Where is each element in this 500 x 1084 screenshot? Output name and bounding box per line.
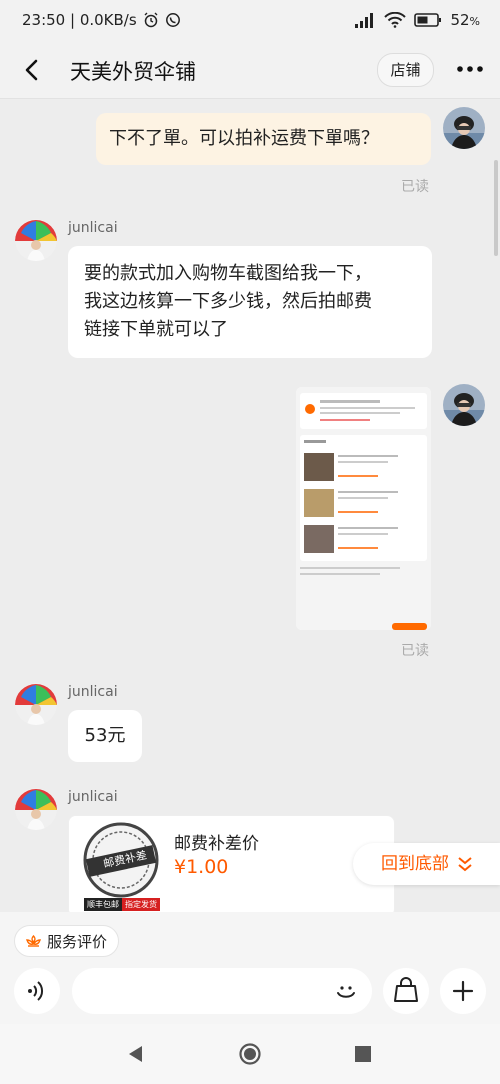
scroll-to-bottom-button[interactable]: 回到底部	[353, 843, 500, 885]
scrollbar[interactable]	[494, 160, 498, 256]
my-message-bubble[interactable]: 下不了單。可以拍补运费下單嗎？	[96, 113, 431, 165]
seller-avatar[interactable]	[15, 683, 57, 725]
product-price: ¥1.00	[174, 856, 229, 878]
seller-nickname: junlicai	[68, 684, 118, 700]
whatsapp-icon	[165, 13, 180, 27]
double-chevron-down-icon	[458, 857, 472, 872]
seller-avatar[interactable]	[15, 219, 57, 261]
plus-icon	[452, 980, 474, 1002]
status-time-speed: 23:50 | 0.0KB/s	[22, 11, 137, 29]
status-bar: 23:50 | 0.0KB/s 52%	[0, 0, 500, 42]
my-avatar[interactable]	[443, 107, 485, 149]
my-avatar[interactable]	[443, 384, 485, 426]
emoji-icon[interactable]	[332, 977, 360, 1005]
nav-home-icon[interactable]	[238, 1042, 262, 1066]
badge-left: 顺丰包邮	[87, 900, 119, 909]
flower-icon	[26, 935, 41, 947]
wifi-icon	[384, 12, 407, 28]
message-input[interactable]	[72, 968, 372, 1014]
back-arrow-icon[interactable]	[18, 56, 46, 84]
seller-avatar[interactable]	[15, 788, 57, 830]
message-line: 我这边核算一下多少钱，然后拍邮费	[84, 291, 372, 312]
more-options-icon[interactable]	[452, 56, 488, 82]
seller-nickname: junlicai	[68, 220, 118, 236]
seller-message-bubble[interactable]: 要的款式加入购物车截图给我一下， 我这边核算一下多少钱，然后拍邮费 链接下单就可…	[68, 246, 432, 358]
screenshot-image-message[interactable]	[296, 387, 431, 630]
message-line: 链接下单就可以了	[84, 319, 228, 340]
product-card[interactable]: 邮费补差 顺丰包邮 指定发货 邮费补差价 ¥1.00	[68, 815, 395, 917]
shipping-badge: 顺丰包邮 指定发货	[84, 898, 160, 911]
shopping-bag-icon	[394, 977, 418, 1002]
service-evaluation-label: 服务评价	[47, 933, 108, 951]
service-evaluation-button[interactable]: 服务评价	[14, 925, 119, 957]
message-line: 要的款式加入购物车截图给我一下，	[84, 263, 372, 284]
product-title: 邮费补差价	[174, 834, 259, 854]
shopping-bag-button[interactable]	[383, 968, 429, 1014]
battery-icon	[414, 13, 442, 27]
battery-unit: %	[469, 15, 480, 28]
system-navigation-bar	[0, 1024, 500, 1084]
read-receipt: 已读	[401, 179, 429, 195]
alarm-icon	[144, 12, 158, 28]
seller-avatar-image	[15, 219, 57, 261]
shop-button[interactable]: 店铺	[377, 53, 434, 87]
chat-title: 天美外贸伞铺	[70, 60, 196, 84]
battery-level: 52	[450, 11, 470, 29]
input-toolbar: 服务评价	[0, 912, 500, 1024]
more-actions-button[interactable]	[440, 968, 486, 1014]
my-avatar-image	[443, 107, 485, 149]
seller-nickname: junlicai	[68, 789, 118, 805]
my-avatar-image	[443, 384, 485, 426]
nav-back-icon[interactable]	[126, 1044, 146, 1064]
badge-right: 指定发货	[122, 898, 160, 911]
scroll-to-bottom-label: 回到底部	[381, 854, 449, 874]
voice-input-button[interactable]	[14, 968, 60, 1014]
seller-avatar-image	[15, 683, 57, 725]
cart-screenshot-thumbnail	[296, 387, 431, 630]
chat-header: 天美外贸伞铺 店铺	[0, 42, 500, 99]
seller-message-bubble[interactable]: 53元	[68, 710, 142, 762]
seller-avatar-image	[15, 788, 57, 830]
nav-recents-icon[interactable]	[354, 1045, 372, 1063]
signal-icon	[355, 13, 374, 28]
voice-icon	[28, 981, 44, 1001]
read-receipt: 已读	[401, 643, 429, 659]
